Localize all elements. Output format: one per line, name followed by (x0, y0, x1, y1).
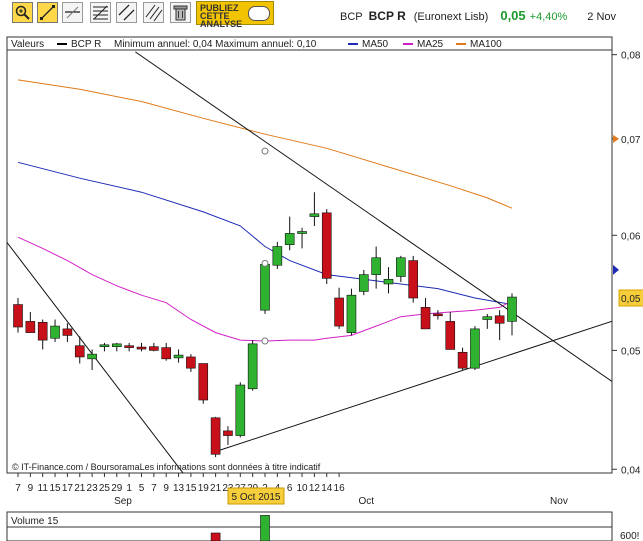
candle-body (124, 345, 134, 348)
x-axis-label: 19 (198, 483, 210, 494)
ma50-pointer (613, 264, 619, 275)
source-note: © IT-Finance.com / BoursoramaLes informa… (12, 462, 321, 472)
x-axis-label: 21 (74, 483, 86, 494)
price-chart[interactable]: Valeurs BCP R MA50 MA25 MA100 Minimum annuel:… (0, 0, 643, 541)
x-axis-label: 11 (38, 483, 49, 494)
candle-body (62, 328, 73, 336)
candle-body (112, 343, 122, 347)
candle-body (346, 294, 357, 333)
candle-body (13, 304, 23, 328)
candle-body (272, 246, 283, 266)
x-axis-label: 7 (151, 483, 157, 494)
x-axis-label: 29 (111, 483, 123, 494)
x-axis-month: Nov (550, 496, 568, 507)
candle-body (408, 260, 419, 299)
candle-body (482, 316, 493, 320)
volume-bar (260, 515, 270, 541)
x-axis-label: 9 (28, 483, 34, 494)
x-axis-label: 16 (334, 483, 346, 494)
candle-body (334, 297, 344, 327)
candle-body (210, 417, 221, 455)
legend-item-label: BCP R (71, 39, 101, 50)
candle-body (383, 278, 394, 285)
candle-body (297, 231, 307, 234)
candle-body (198, 363, 209, 401)
candle-body (321, 212, 332, 279)
candle-body (99, 344, 110, 347)
date-marker-circle (261, 147, 269, 155)
current-price-label: 0,05 (621, 294, 641, 305)
ma100-pointer (613, 134, 619, 143)
x-axis-label: 14 (321, 483, 333, 494)
legend-label: Valeurs (11, 39, 44, 50)
candle-body (433, 313, 443, 317)
candle-body (37, 322, 48, 341)
x-axis-label: 25 (99, 483, 111, 494)
x-axis-label: 7 (15, 483, 21, 494)
candle-body (371, 257, 381, 275)
price-axis-label: 0,04 (621, 465, 641, 476)
candle-body (186, 356, 196, 369)
candle-body (87, 353, 97, 360)
candle-body (284, 233, 295, 245)
legend-item-label: MA25 (417, 39, 444, 50)
candle-body (50, 325, 60, 339)
x-axis-label: 1 (126, 483, 132, 494)
x-axis-month: Oct (358, 496, 374, 507)
x-axis-label: 17 (62, 483, 74, 494)
candle-body (358, 274, 369, 292)
x-axis-month: Sep (114, 496, 132, 507)
price-axis-label: 0,05 (621, 346, 641, 357)
x-axis-label: 9 (163, 483, 169, 494)
x-axis-label: 23 (87, 483, 99, 494)
candle-body (470, 328, 480, 369)
candle-body (457, 351, 468, 369)
candle-body (74, 345, 85, 358)
candle-body (396, 257, 406, 277)
candle-body (507, 296, 517, 322)
x-axis-label: 6 (287, 483, 293, 494)
candle-body (260, 264, 270, 311)
x-axis-label: 10 (296, 483, 308, 494)
price-axis-label: 0,07 (621, 135, 641, 146)
legend-minmax: Minimum annuel: 0,04 Maximum annuel: 0,1… (114, 39, 317, 50)
candle-body (161, 347, 171, 360)
x-axis-label: 12 (309, 483, 321, 494)
candle-body (494, 315, 505, 324)
x-axis-label: 15 (49, 483, 61, 494)
x-axis-label: 13 (173, 483, 185, 494)
candle-body (309, 213, 320, 217)
x-axis-label: 5 (139, 483, 145, 494)
candle-body (136, 346, 147, 350)
x-axis-label: 15 (185, 483, 197, 494)
candle-body (25, 321, 36, 333)
highlight-date-label: 5 Oct 2015 (232, 492, 281, 503)
candle-body (247, 343, 258, 390)
date-marker-circle (261, 337, 269, 345)
volume-axis-label: 600! (620, 531, 639, 541)
date-marker-circle (261, 259, 269, 267)
plot-frame (6, 36, 613, 474)
price-axis-label: 0,08 (621, 51, 641, 62)
candle-body (223, 430, 233, 436)
candle-body (173, 354, 184, 359)
candle-body (149, 346, 159, 351)
candle-body (420, 307, 431, 330)
candle-body (445, 321, 456, 350)
volume-label: Volume 15 (11, 516, 59, 527)
candle-body (235, 384, 246, 436)
price-axis-label: 0,06 (621, 231, 641, 242)
x-axis-label: 21 (210, 483, 222, 494)
volume-bar (210, 532, 221, 541)
legend-item-label: MA100 (470, 39, 502, 50)
legend-item-label: MA50 (362, 39, 389, 50)
